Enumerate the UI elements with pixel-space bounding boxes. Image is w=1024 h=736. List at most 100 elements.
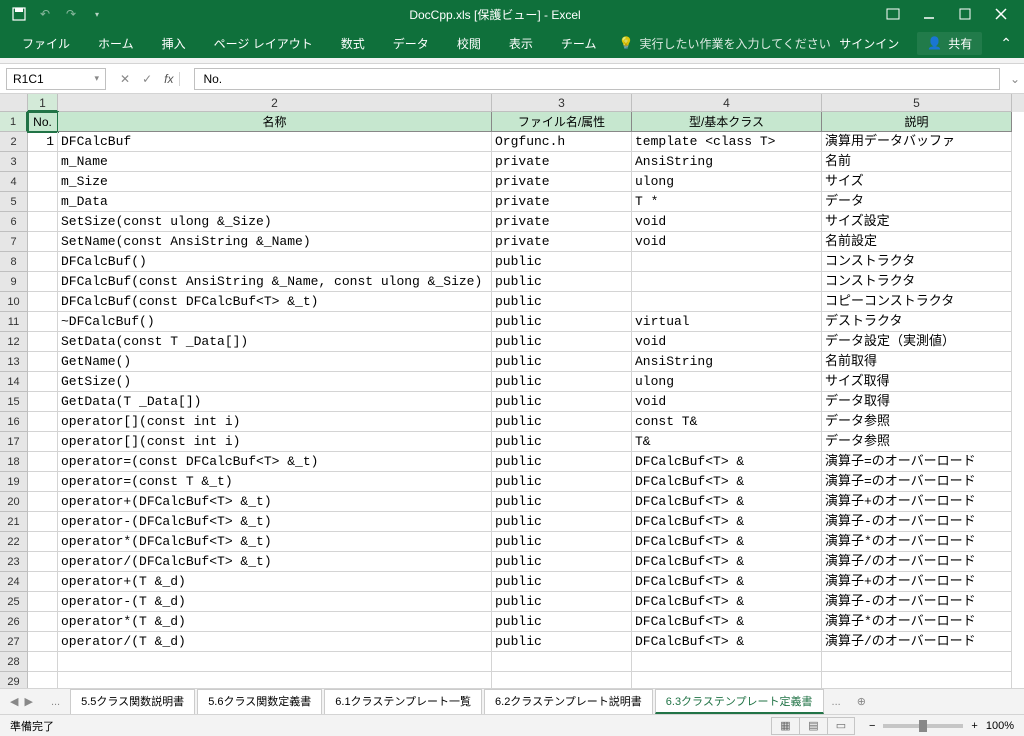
cell[interactable] <box>28 592 58 612</box>
cell[interactable]: 演算子*のオーバーロード <box>822 532 1012 552</box>
undo-icon[interactable]: ↶ <box>38 7 52 21</box>
cell[interactable]: 名前取得 <box>822 352 1012 372</box>
row-header[interactable]: 7 <box>0 232 28 252</box>
tab-view[interactable]: 表示 <box>495 35 547 52</box>
cell[interactable]: 1 <box>28 132 58 152</box>
minimize-icon[interactable] <box>922 7 936 21</box>
share-button[interactable]: 👤 共有 <box>917 32 982 55</box>
cell[interactable] <box>28 232 58 252</box>
cell[interactable]: 演算子+のオーバーロード <box>822 572 1012 592</box>
cell-attr-header[interactable]: ファイル名/属性 <box>492 112 632 132</box>
tabs-more-right[interactable]: ... <box>824 696 849 708</box>
cell[interactable] <box>492 652 632 672</box>
signin-link[interactable]: サインイン <box>839 35 909 52</box>
cell[interactable]: operator[](const int i) <box>58 412 492 432</box>
cell[interactable]: データ取得 <box>822 392 1012 412</box>
row-header[interactable]: 13 <box>0 352 28 372</box>
cell[interactable]: private <box>492 152 632 172</box>
cell[interactable] <box>28 332 58 352</box>
cell[interactable]: GetData(T _Data[]) <box>58 392 492 412</box>
cell[interactable]: private <box>492 212 632 232</box>
cell[interactable] <box>28 612 58 632</box>
cell[interactable]: DFCalcBuf(const DFCalcBuf<T> &_t) <box>58 292 492 312</box>
tab-review[interactable]: 校閲 <box>443 35 495 52</box>
cell[interactable] <box>28 452 58 472</box>
cell[interactable]: データ参照 <box>822 412 1012 432</box>
cell[interactable] <box>822 652 1012 672</box>
cell[interactable]: public <box>492 292 632 312</box>
cell[interactable] <box>28 392 58 412</box>
cell[interactable]: サイズ取得 <box>822 372 1012 392</box>
row-header[interactable]: 20 <box>0 492 28 512</box>
tab-team[interactable]: チーム <box>547 35 611 52</box>
sheet-tab[interactable]: 5.5クラス関数説明書 <box>70 689 195 714</box>
select-all-corner[interactable] <box>0 94 28 112</box>
cell[interactable]: operator*(DFCalcBuf<T> &_t) <box>58 532 492 552</box>
row-header[interactable]: 18 <box>0 452 28 472</box>
sheet-tab[interactable]: 5.6クラス関数定義書 <box>197 689 322 714</box>
row-header[interactable]: 2 <box>0 132 28 152</box>
cell[interactable]: virtual <box>632 312 822 332</box>
cell[interactable]: DFCalcBuf(const AnsiString &_Name, const… <box>58 272 492 292</box>
cell[interactable]: operator=(const DFCalcBuf<T> &_t) <box>58 452 492 472</box>
col-header[interactable]: 1 <box>28 94 58 112</box>
cell[interactable]: operator-(T &_d) <box>58 592 492 612</box>
cell[interactable]: DFCalcBuf<T> & <box>632 572 822 592</box>
cell[interactable]: public <box>492 592 632 612</box>
tab-formulas[interactable]: 数式 <box>327 35 379 52</box>
cell[interactable]: SetData(const T _Data[]) <box>58 332 492 352</box>
cell[interactable] <box>28 632 58 652</box>
cell[interactable]: AnsiString <box>632 352 822 372</box>
cell[interactable] <box>28 572 58 592</box>
cell[interactable]: operator+(DFCalcBuf<T> &_t) <box>58 492 492 512</box>
cell[interactable]: データ参照 <box>822 432 1012 452</box>
cell[interactable]: void <box>632 332 822 352</box>
col-header[interactable]: 2 <box>58 94 492 112</box>
page-break-view-icon[interactable]: ▭ <box>827 717 855 735</box>
redo-icon[interactable]: ↷ <box>64 7 78 21</box>
tab-pagelayout[interactable]: ページ レイアウト <box>200 35 327 52</box>
cell[interactable] <box>28 552 58 572</box>
cell[interactable]: サイズ <box>822 172 1012 192</box>
cell[interactable]: 名前設定 <box>822 232 1012 252</box>
tabs-more-left[interactable]: ... <box>43 696 68 708</box>
cell[interactable] <box>28 492 58 512</box>
cell[interactable]: operator-(DFCalcBuf<T> &_t) <box>58 512 492 532</box>
cell[interactable]: public <box>492 312 632 332</box>
cell[interactable]: データ <box>822 192 1012 212</box>
row-header[interactable]: 12 <box>0 332 28 352</box>
maximize-icon[interactable] <box>958 7 972 21</box>
cell[interactable]: Orgfunc.h <box>492 132 632 152</box>
row-header[interactable]: 22 <box>0 532 28 552</box>
cell[interactable] <box>632 292 822 312</box>
cell[interactable]: DFCalcBuf<T> & <box>632 592 822 612</box>
cell[interactable]: public <box>492 532 632 552</box>
cell[interactable] <box>28 432 58 452</box>
col-header[interactable]: 4 <box>632 94 822 112</box>
cell[interactable]: 名前 <box>822 152 1012 172</box>
chevron-down-icon[interactable]: ▾ <box>94 73 99 84</box>
cell[interactable]: operator+(T &_d) <box>58 572 492 592</box>
cell[interactable]: SetSize(const ulong &_Size) <box>58 212 492 232</box>
cell[interactable]: m_Size <box>58 172 492 192</box>
cell[interactable]: デストラクタ <box>822 312 1012 332</box>
cell[interactable]: public <box>492 432 632 452</box>
cell[interactable] <box>632 652 822 672</box>
cell[interactable] <box>28 512 58 532</box>
cell[interactable]: 演算子-のオーバーロード <box>822 592 1012 612</box>
cell[interactable] <box>28 212 58 232</box>
fx-icon[interactable]: fx <box>164 72 180 86</box>
cells-area[interactable]: No. 名称 ファイル名/属性 型/基本クラス 説明 1DFCalcBufOrg… <box>28 112 1024 706</box>
cell[interactable]: public <box>492 632 632 652</box>
cell[interactable]: 演算子*のオーバーロード <box>822 612 1012 632</box>
cell[interactable]: サイズ設定 <box>822 212 1012 232</box>
row-header[interactable]: 14 <box>0 372 28 392</box>
cell[interactable]: void <box>632 392 822 412</box>
cell[interactable]: public <box>492 552 632 572</box>
cell[interactable]: GetName() <box>58 352 492 372</box>
cell[interactable]: 演算子/のオーバーロード <box>822 632 1012 652</box>
cell-name-header[interactable]: 名称 <box>58 112 492 132</box>
row-header[interactable]: 9 <box>0 272 28 292</box>
cell[interactable]: 演算子+のオーバーロード <box>822 492 1012 512</box>
row-header[interactable]: 10 <box>0 292 28 312</box>
